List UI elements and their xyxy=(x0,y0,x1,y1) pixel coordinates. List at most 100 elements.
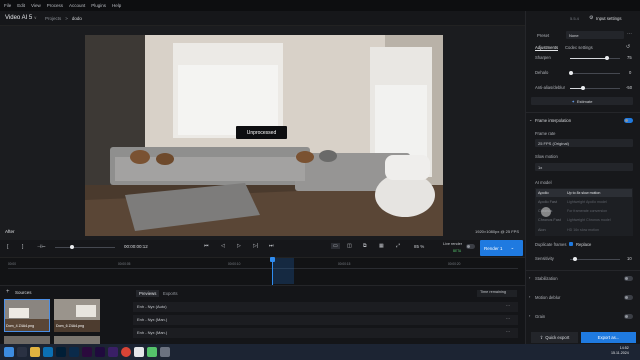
dehalo-knob[interactable] xyxy=(569,71,573,75)
menu-account[interactable]: Account xyxy=(69,3,85,8)
more-icon[interactable]: ⋯ xyxy=(506,316,510,321)
after-label: After xyxy=(5,229,15,234)
menu-help[interactable]: Help xyxy=(112,3,121,8)
frame-interpolation-header[interactable]: Frame interpolation xyxy=(535,118,571,123)
motion-deblur-header[interactable]: Motion deblur xyxy=(535,295,560,300)
input-settings-button[interactable]: Input settings xyxy=(596,16,622,21)
grain-toggle[interactable] xyxy=(624,314,633,319)
mark-out-icon[interactable]: ] xyxy=(22,244,23,250)
side-by-side-icon[interactable]: ⧉ xyxy=(363,243,367,249)
app-title[interactable]: Video AI 5 ∨ xyxy=(5,15,37,21)
video-ai-icon[interactable] xyxy=(134,347,144,357)
list-item[interactable] xyxy=(133,302,518,312)
tab-codec-settings[interactable]: Codec settings xyxy=(565,45,593,50)
quick-export-button[interactable]: ⇪ Quick export xyxy=(531,332,578,343)
breadcrumb-projects[interactable]: Projects xyxy=(45,16,61,21)
timeline-track[interactable] xyxy=(0,257,525,285)
step-back-icon[interactable]: ◁ xyxy=(221,243,225,249)
after-effects-icon[interactable] xyxy=(95,347,105,357)
chevron-right-icon[interactable]: › xyxy=(529,275,530,280)
volume-track[interactable] xyxy=(55,247,115,248)
stabilization-toggle[interactable] xyxy=(624,276,633,281)
grid-view-icon[interactable]: ▦ xyxy=(379,243,384,249)
preset-select[interactable]: None xyxy=(566,31,624,39)
premiere-icon[interactable] xyxy=(82,347,92,357)
single-view-icon[interactable]: ▭ xyxy=(331,243,340,249)
source-thumb-3[interactable] xyxy=(4,336,50,344)
maps-icon[interactable] xyxy=(147,347,157,357)
render-button[interactable]: Render 1 ⌄ xyxy=(480,240,523,256)
list-item[interactable] xyxy=(133,328,518,338)
model-name[interactable]: Chronos Fast xyxy=(538,218,561,222)
playhead-handle[interactable] xyxy=(270,257,275,262)
more-icon[interactable]: ⋯ xyxy=(506,303,510,308)
sharpen-knob[interactable] xyxy=(605,56,609,60)
export-as-button[interactable]: Export as... xyxy=(581,332,636,343)
mark-in-icon[interactable]: [ xyxy=(7,244,8,250)
stabilization-header[interactable]: Stabilization xyxy=(535,276,558,281)
menu-plugins[interactable]: Plugins xyxy=(91,3,106,8)
motion-deblur-toggle[interactable] xyxy=(624,295,633,300)
more-icon[interactable]: ⋯ xyxy=(506,329,510,334)
edge-icon[interactable] xyxy=(43,347,53,357)
prev-frame-icon[interactable]: ⏮ xyxy=(204,243,209,249)
chevron-right-icon[interactable]: › xyxy=(529,313,530,318)
folder-icon[interactable] xyxy=(30,347,40,357)
sensitivity-slider[interactable] xyxy=(570,259,620,260)
replace-checkbox[interactable] xyxy=(569,242,573,246)
menu-bar: File Edit View Process Account Plugins H… xyxy=(0,0,640,11)
model-desc: Up to 8x slow motion xyxy=(567,191,601,195)
dehalo-slider[interactable] xyxy=(570,73,620,74)
step-forward-icon[interactable]: ▷| xyxy=(253,243,258,249)
photoshop-icon[interactable] xyxy=(56,347,66,357)
list-item[interactable] xyxy=(133,315,518,325)
frame-interpolation-toggle[interactable] xyxy=(624,118,633,123)
sensitivity-knob[interactable] xyxy=(573,257,577,261)
lightroom-icon[interactable] xyxy=(69,347,79,357)
menu-view[interactable]: View xyxy=(31,3,41,8)
search-icon[interactable] xyxy=(17,347,27,357)
app-icon[interactable] xyxy=(160,347,170,357)
antialias-knob[interactable] xyxy=(581,86,585,90)
dehalo-value: 0 xyxy=(629,70,632,75)
windows-start-icon[interactable] xyxy=(4,347,14,357)
chevron-down-icon: ⌄ xyxy=(510,245,515,250)
chevron-right-icon[interactable]: › xyxy=(529,294,530,299)
live-render-toggle[interactable] xyxy=(466,244,475,249)
more-icon[interactable]: ⋯ xyxy=(627,31,632,37)
antialias-label: Anti-alias/deblur xyxy=(535,85,566,90)
tab-adjustments[interactable]: Adjustments xyxy=(535,45,559,51)
zoom-select[interactable]: 85 % xyxy=(414,244,424,249)
tab-exports[interactable]: Exports xyxy=(163,291,178,296)
source-thumb-4[interactable] xyxy=(54,336,100,344)
menu-edit[interactable]: Edit xyxy=(17,3,25,8)
play-icon[interactable]: ▷ xyxy=(237,243,241,249)
volume-knob[interactable] xyxy=(70,245,74,249)
fullscreen-icon[interactable]: ⤢ xyxy=(396,243,400,249)
sort-select[interactable]: Time remaining xyxy=(477,290,517,297)
slowmo-select[interactable]: 1x xyxy=(535,163,633,171)
grain-header[interactable]: Grain xyxy=(535,314,545,319)
estimate-button[interactable]: ✦ Estimate xyxy=(531,97,633,105)
duplicate-frames-label: Duplicate frames xyxy=(535,242,567,247)
tick-3: 00:00:15 xyxy=(338,262,351,266)
clock: 14:52 15.11.2024 xyxy=(611,346,629,356)
selection-range[interactable] xyxy=(272,258,294,284)
reset-icon[interactable]: ↺ xyxy=(626,44,630,50)
split-view-icon[interactable]: ◫ xyxy=(347,243,352,249)
menu-file[interactable]: File xyxy=(4,3,11,8)
model-name[interactable]: Aion xyxy=(538,228,546,232)
media-encoder-icon[interactable] xyxy=(108,347,118,357)
next-frame-icon[interactable]: ⏭ xyxy=(269,243,274,249)
chevron-down-icon[interactable]: ⌄ xyxy=(529,117,532,122)
framerate-select[interactable]: 25 FPS (Original) xyxy=(535,139,633,147)
record-icon[interactable] xyxy=(121,347,131,357)
clip-range-icon[interactable]: ⊣⊢ xyxy=(37,244,46,250)
menu-process[interactable]: Process xyxy=(47,3,63,8)
model-desc: Lightweight Chronos model xyxy=(567,218,611,222)
gear-icon[interactable]: ⚙ xyxy=(589,15,593,21)
tab-previews[interactable]: Previews xyxy=(136,290,160,297)
model-name[interactable]: Apollo Fast xyxy=(538,200,557,204)
add-source-icon[interactable]: + xyxy=(6,289,10,295)
breadcrumb-separator: > xyxy=(65,16,68,21)
